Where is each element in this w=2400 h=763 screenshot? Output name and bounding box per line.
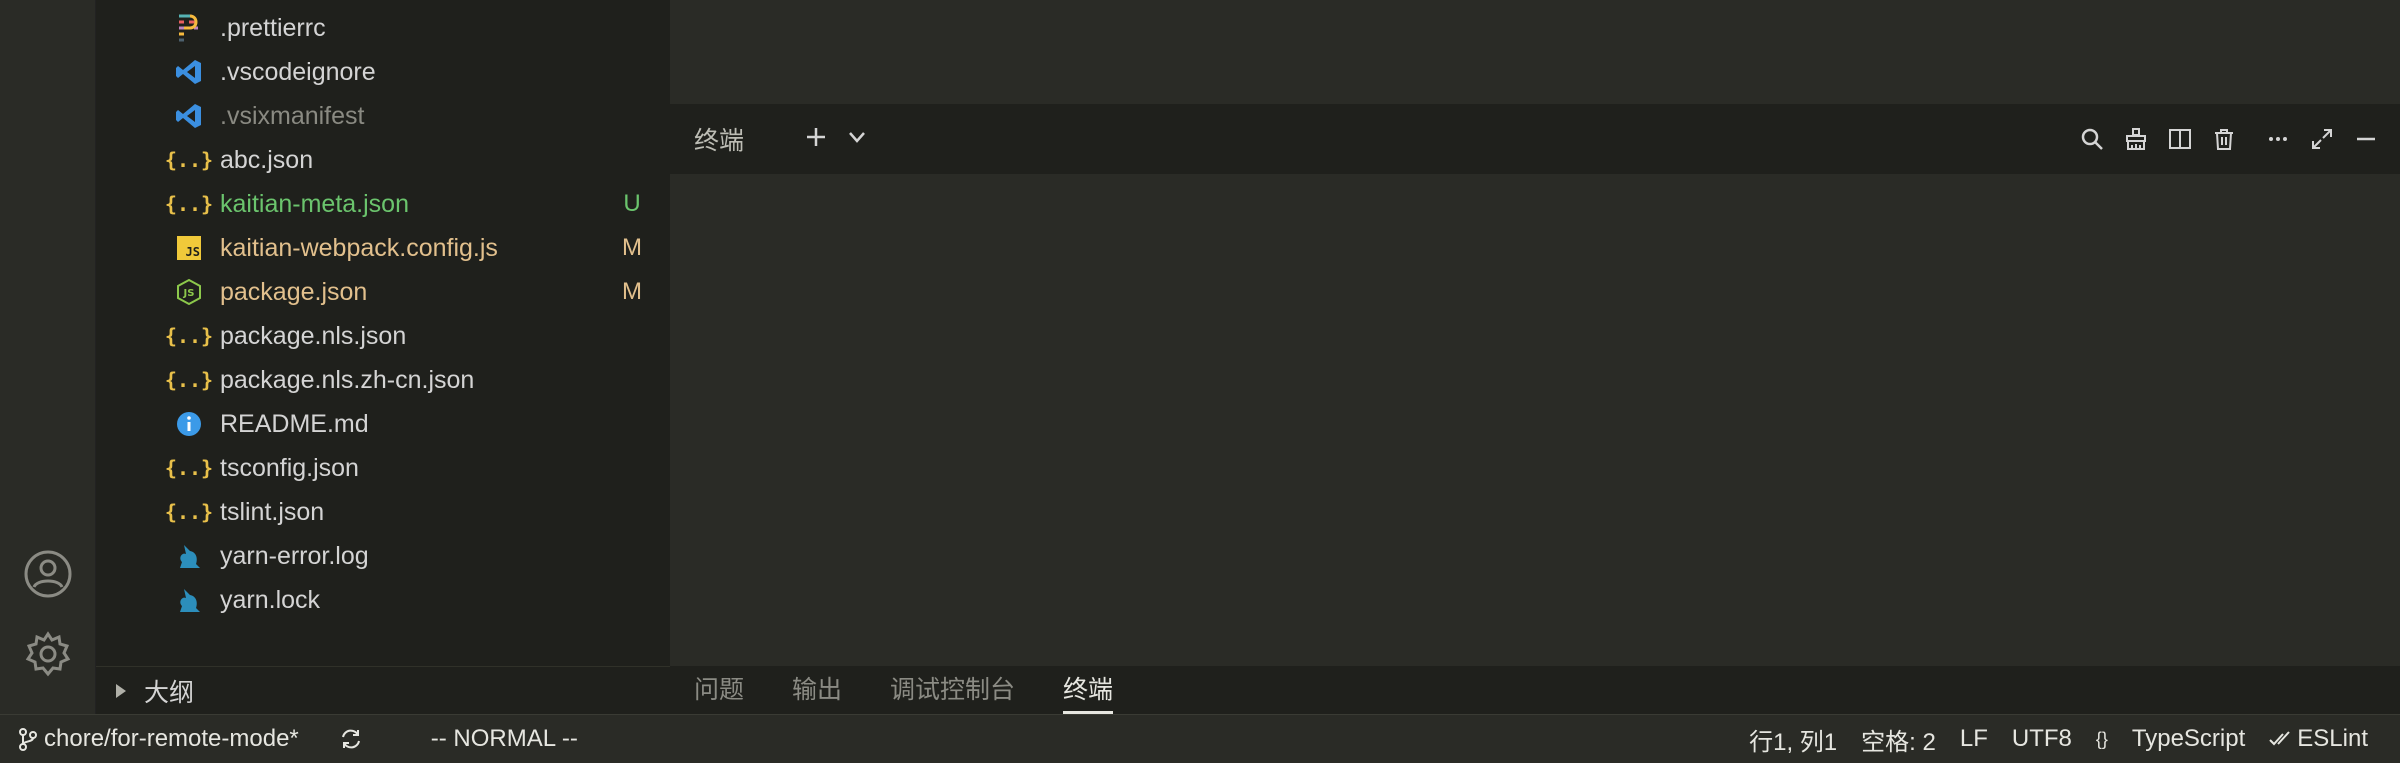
tab-debug-console[interactable]: 调试控制台 — [890, 666, 1015, 714]
branch-status[interactable]: chore/for-remote-mode* — [18, 725, 299, 753]
json-icon: {..} — [164, 368, 214, 392]
add-terminal-icon[interactable] — [804, 125, 828, 154]
file-name: kaitian-webpack.config.js — [220, 233, 498, 262]
javascript-icon: JS — [174, 233, 204, 263]
file-item[interactable]: .prettierrc — [96, 6, 670, 50]
file-name: tsconfig.json — [220, 453, 359, 482]
editor-area[interactable] — [670, 0, 2400, 104]
terminal-title: 终端 — [694, 127, 745, 155]
file-item[interactable]: {..} abc.json — [96, 138, 670, 182]
file-name: .prettierrc — [220, 13, 326, 42]
status-bar: chore/for-remote-mode* -- NORMAL -- 行1, … — [0, 714, 2400, 762]
trash-icon[interactable] — [2202, 117, 2246, 161]
indentation[interactable]: 空格: 2 — [1861, 722, 1936, 757]
file-name: kaitian-meta.json — [220, 189, 409, 218]
nodejs-icon: JS — [174, 277, 204, 307]
file-name: .vscodeignore — [220, 57, 376, 86]
search-icon[interactable] — [2070, 117, 2114, 161]
file-name: package.json — [220, 277, 368, 306]
file-name: abc.json — [220, 145, 314, 174]
tab-terminal[interactable]: 终端 — [1063, 666, 1114, 714]
file-item[interactable]: .vsixmanifest — [96, 94, 670, 138]
json-icon: {..} — [164, 192, 214, 216]
terminal-body[interactable] — [670, 174, 2400, 666]
file-item[interactable]: {..} tslint.json — [96, 490, 670, 534]
file-name: package.nls.zh-cn.json — [220, 365, 475, 394]
file-item[interactable]: yarn.lock — [96, 578, 670, 622]
end-of-line[interactable]: LF — [1960, 725, 1988, 753]
outline-label: 大纲 — [144, 678, 195, 707]
clear-terminal-icon[interactable] — [2114, 117, 2158, 161]
minimize-panel-icon[interactable] — [2344, 117, 2388, 161]
file-item[interactable]: .vscodeignore — [96, 50, 670, 94]
file-item[interactable]: JS kaitian-webpack.config.js M — [96, 226, 670, 270]
vscode-icon — [174, 57, 204, 87]
svg-text:JS: JS — [183, 288, 195, 299]
cursor-position[interactable]: 行1, 列1 — [1749, 722, 1837, 757]
git-status-badge: M — [622, 234, 642, 261]
file-item[interactable]: JS package.json M — [96, 270, 670, 314]
tab-problems[interactable]: 问题 — [694, 666, 744, 714]
file-name: README.md — [220, 409, 369, 438]
linter-status[interactable]: ESLint — [2269, 725, 2368, 753]
json-icon: {..} — [164, 456, 214, 480]
chevron-right-icon — [114, 683, 144, 699]
git-status-badge: M — [622, 278, 642, 305]
braces-icon[interactable]: {} — [2096, 729, 2108, 750]
file-item[interactable]: {..} package.nls.json — [96, 314, 670, 358]
linter-label: ESLint — [2297, 725, 2368, 752]
file-name: yarn-error.log — [220, 541, 369, 570]
terminal-header: 终端 — [670, 104, 2400, 174]
file-item[interactable]: {..} package.nls.zh-cn.json — [96, 358, 670, 402]
split-terminal-icon[interactable] — [2158, 117, 2202, 161]
yarn-icon — [174, 541, 204, 571]
json-icon: {..} — [164, 500, 214, 524]
encoding[interactable]: UTF8 — [2012, 725, 2072, 753]
git-branch-icon — [18, 727, 38, 751]
panel-tabs: 问题 输出 调试控制台 终端 — [670, 666, 2400, 714]
file-name: .vsixmanifest — [220, 101, 365, 130]
explorer-panel: .prettierrc .vscodeignore .vsixmanifest {..… — [96, 0, 670, 714]
sync-icon[interactable] — [339, 727, 363, 751]
file-item[interactable]: {..} tsconfig.json — [96, 446, 670, 490]
tab-output[interactable]: 输出 — [792, 666, 842, 714]
outline-section-header[interactable]: 大纲 — [96, 666, 670, 714]
account-icon[interactable] — [20, 546, 76, 602]
branch-name: chore/for-remote-mode* — [44, 724, 299, 752]
prettier-icon — [174, 13, 204, 43]
file-item[interactable]: README.md — [96, 402, 670, 446]
yarn-icon — [174, 585, 204, 615]
file-name: tslint.json — [220, 497, 325, 526]
more-actions-icon[interactable] — [2256, 117, 2300, 161]
vim-mode: -- NORMAL -- — [430, 724, 578, 752]
file-item[interactable]: {..} kaitian-meta.json U — [96, 182, 670, 226]
maximize-panel-icon[interactable] — [2300, 117, 2344, 161]
language-mode[interactable]: TypeScript — [2132, 725, 2245, 753]
file-item[interactable]: yarn-error.log — [96, 534, 670, 578]
git-status-badge: U — [623, 190, 641, 217]
settings-gear-icon[interactable] — [20, 626, 76, 682]
json-icon: {..} — [164, 324, 214, 348]
chevron-down-icon[interactable] — [846, 126, 868, 153]
json-icon: {..} — [164, 148, 214, 172]
info-icon — [174, 409, 204, 439]
file-name: package.nls.json — [220, 321, 407, 350]
file-name: yarn.lock — [220, 585, 321, 614]
check-all-icon — [2269, 729, 2293, 749]
activity-bar — [0, 0, 96, 714]
vscode-icon — [174, 101, 204, 131]
